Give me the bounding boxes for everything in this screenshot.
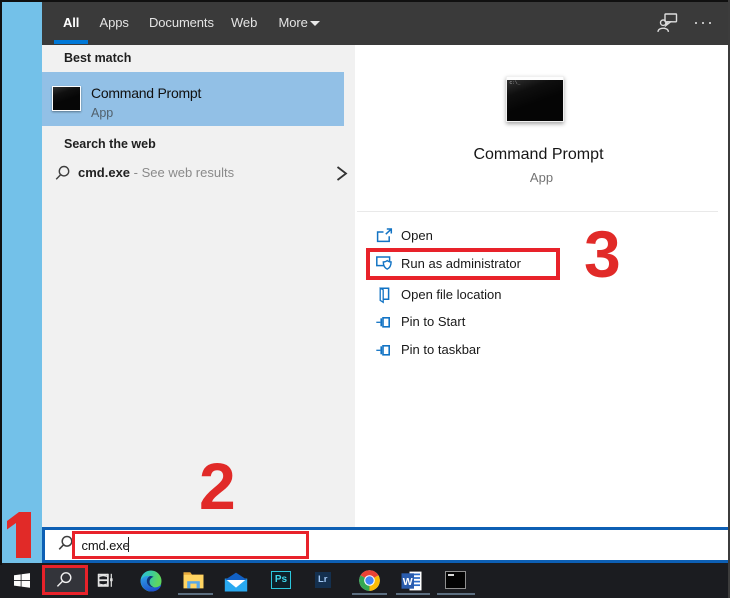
svg-text:W: W bbox=[403, 576, 413, 588]
